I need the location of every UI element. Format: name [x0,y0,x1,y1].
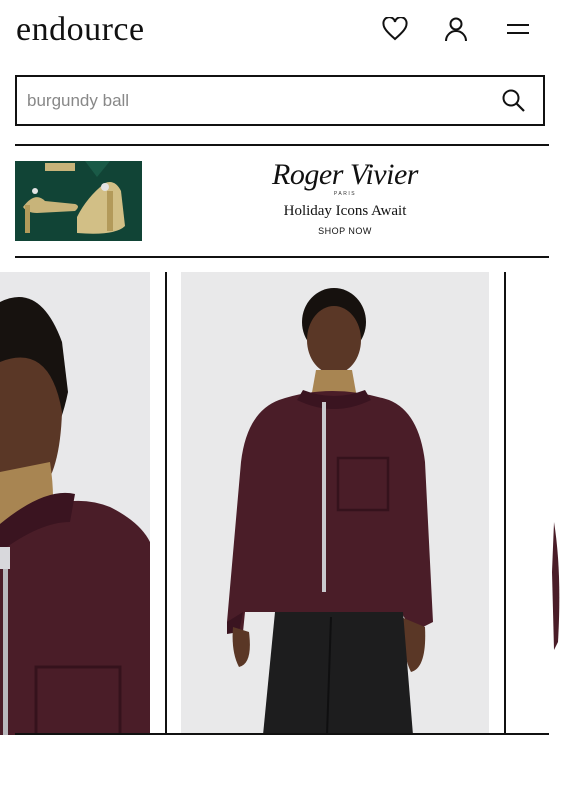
slide-divider-right [181,272,506,735]
promo-headline: Holiday Icons Await [283,203,407,219]
slide-divider-left [0,272,167,735]
app-header: endource [0,0,564,60]
search-bar [15,75,545,126]
promo-image[interactable] [15,161,142,241]
carousel-slide-right[interactable] [520,272,564,735]
product-carousel[interactable] [0,272,564,735]
search-icon[interactable] [501,88,527,114]
promo-copy: Roger Vivier PARIS Holiday Icons Await S… [245,158,445,237]
heart-icon[interactable] [380,14,410,44]
menu-icon[interactable] [503,14,533,44]
product-image-partial[interactable] [520,272,564,735]
carousel-bottom-divider [15,733,549,735]
shop-now-link[interactable]: SHOP NOW [245,226,445,236]
brand-subtitle: PARIS [333,191,357,197]
user-icon[interactable] [441,14,471,44]
site-logo[interactable]: endource [16,8,145,52]
search-input[interactable] [27,77,487,124]
brand-logo: Roger Vivier [272,158,418,191]
promo-banner[interactable]: Roger Vivier PARIS Holiday Icons Await S… [15,144,549,258]
